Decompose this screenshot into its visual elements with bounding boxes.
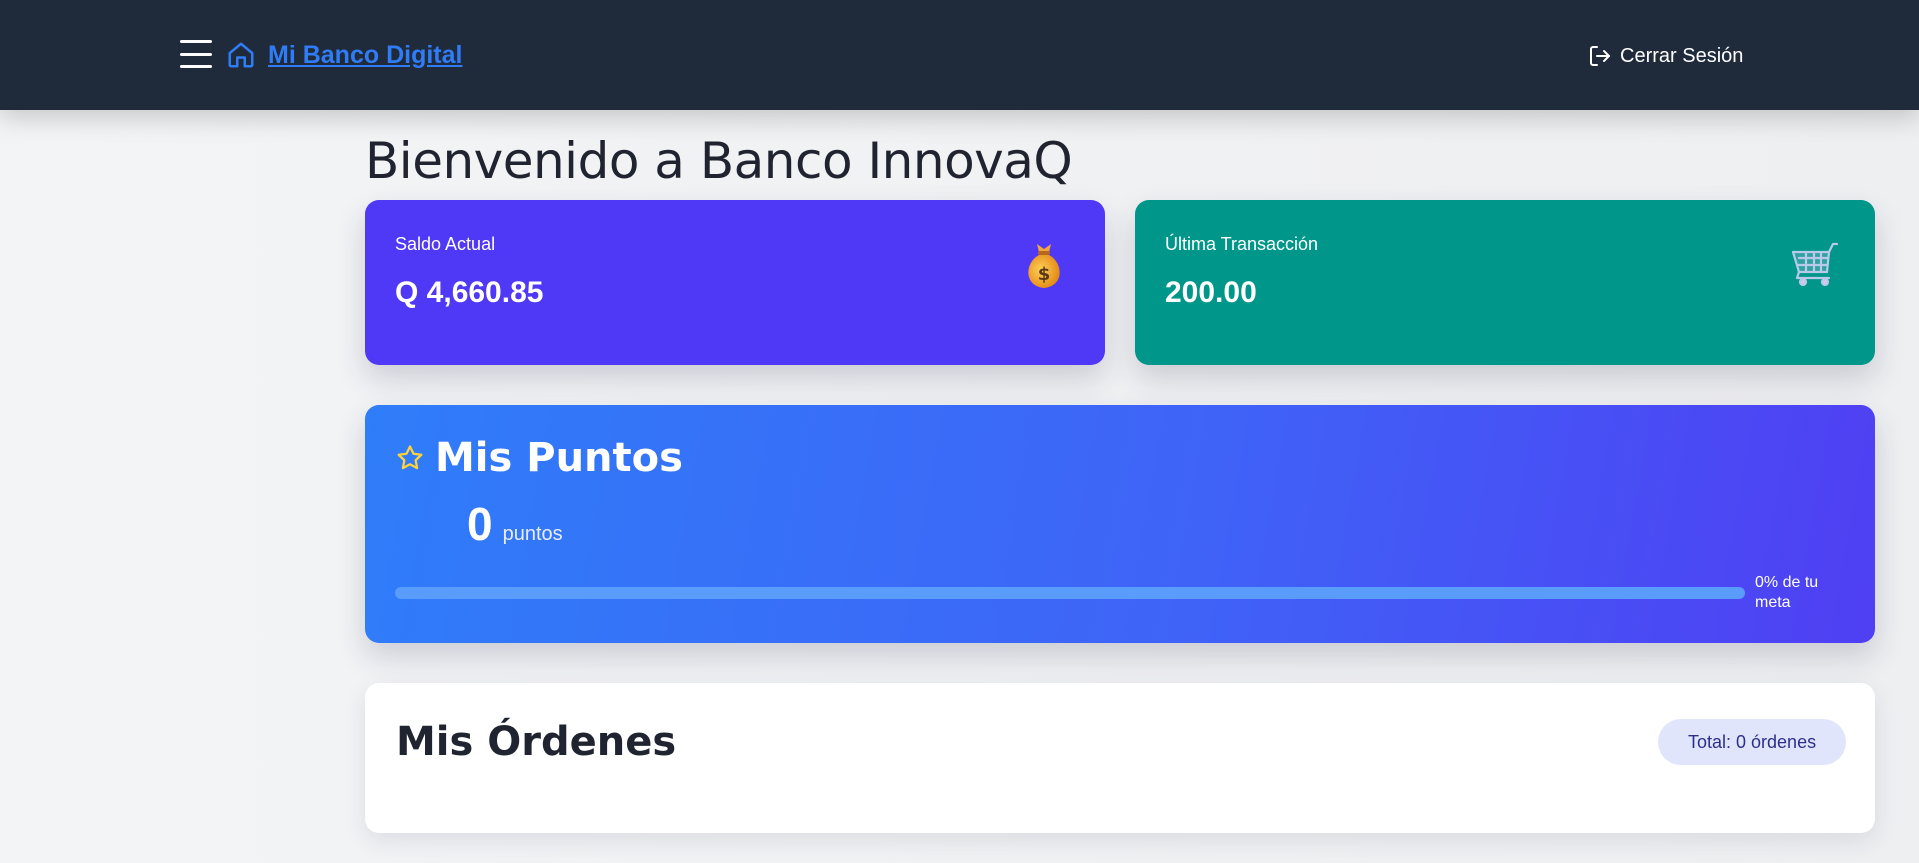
points-value-row: 0 puntos [467, 497, 563, 551]
balance-card: Saldo Actual Q 4,660.85 $ [365, 200, 1105, 365]
svg-text:$: $ [1038, 264, 1051, 285]
page-title: Bienvenido a Banco InnovaQ [365, 132, 1073, 190]
points-progress-bar [395, 587, 1745, 599]
points-card: Mis Puntos 0 puntos 0% de tu meta [365, 405, 1875, 643]
last-transaction-label: Última Transacción [1165, 234, 1319, 254]
star-icon [397, 445, 423, 470]
logout-label[interactable]: Cerrar Sesión [1620, 45, 1743, 68]
orders-title: Mis Órdenes [396, 719, 677, 765]
points-progress-label: 0% de tu meta [1755, 574, 1819, 611]
shopping-cart-icon [1789, 238, 1839, 292]
top-navbar: Mi Banco Digital Cerrar Sesión [0, 0, 1919, 110]
last-transaction-card: Última Transacción 200.00 [1135, 200, 1875, 365]
points-unit: puntos [502, 523, 563, 545]
orders-card: Mis Órdenes Total: 0 órdenes [365, 683, 1875, 833]
brand-home-link[interactable]: Mi Banco Digital [226, 36, 462, 74]
points-header: Mis Puntos [395, 435, 683, 481]
home-icon [228, 42, 254, 68]
hamburger-menu-icon[interactable] [180, 40, 212, 68]
balance-label: Saldo Actual [395, 234, 496, 254]
brand-label[interactable]: Mi Banco Digital [268, 41, 462, 70]
points-number: 0 [467, 498, 493, 550]
orders-total-badge: Total: 0 órdenes [1658, 719, 1847, 765]
money-bag-icon: $ [1019, 238, 1069, 292]
last-transaction-value: 200.00 [1165, 276, 1257, 309]
logout-button[interactable]: Cerrar Sesión [1588, 40, 1743, 72]
logout-icon [1590, 46, 1610, 66]
balance-value: Q 4,660.85 [395, 276, 544, 309]
points-title: Mis Puntos [435, 435, 683, 481]
